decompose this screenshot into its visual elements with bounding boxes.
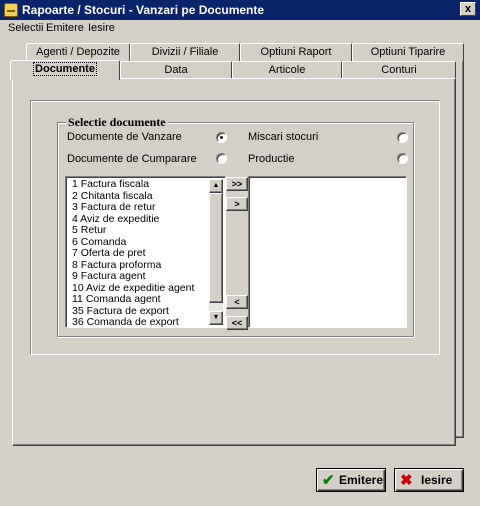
iesire-label: Iesire — [421, 473, 453, 487]
checkmark-icon: ✔ — [322, 472, 335, 489]
emitere-label: Emitere — [339, 473, 384, 487]
emitere-button[interactable]: ✔ Emitere — [316, 468, 386, 492]
close-button[interactable]: x — [460, 2, 476, 16]
tab-page-documente — [12, 78, 456, 446]
app-icon — [4, 3, 18, 17]
iesire-button[interactable]: ✖ Iesire — [394, 468, 464, 492]
menu-bar: Selectii Emitere Iesire — [0, 20, 480, 38]
tab-data[interactable]: Data — [120, 61, 232, 79]
menu-selectii[interactable]: Selectii — [8, 22, 43, 34]
menu-iesire[interactable]: Iesire — [88, 22, 115, 34]
tab-optiuni-tiparire[interactable]: Optiuni Tiparire — [352, 43, 464, 61]
tab-optiuni-raport[interactable]: Optiuni Raport — [240, 43, 352, 61]
menu-emitere[interactable]: Emitere — [46, 22, 84, 34]
title-bar: Rapoarte / Stocuri - Vanzari pe Document… — [0, 0, 480, 20]
tab-conturi[interactable]: Conturi — [342, 61, 456, 79]
tab-articole[interactable]: Articole — [232, 61, 342, 79]
window-title: Rapoarte / Stocuri - Vanzari pe Document… — [22, 3, 265, 17]
tab-divizii-filiale[interactable]: Divizii / Filiale — [130, 43, 240, 61]
tab-documente[interactable]: Documente — [10, 60, 120, 80]
x-icon: ✖ — [400, 472, 413, 489]
tab-agenti-depozite[interactable]: Agenti / Depozite — [26, 43, 130, 61]
